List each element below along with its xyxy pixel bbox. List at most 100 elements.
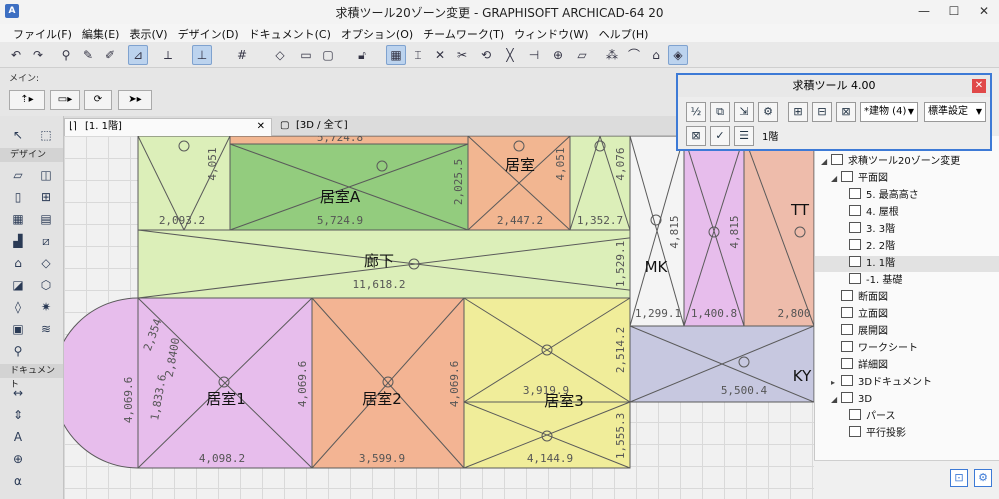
tab-close-icon[interactable]: ✕ xyxy=(257,119,265,135)
wall-icon[interactable]: ▱ xyxy=(8,166,28,184)
rotate-method-button[interactable]: ⟳ xyxy=(84,90,112,110)
tree-details[interactable]: 詳細図 xyxy=(841,358,888,374)
inject-icon[interactable]: ✐ xyxy=(100,45,120,65)
selection-method-button[interactable]: ⇡▸ xyxy=(9,90,45,110)
tree-elevations[interactable]: 立面図 xyxy=(841,307,888,323)
minimize-icon[interactable]: — xyxy=(909,0,939,24)
edit-icon[interactable]: ▱ xyxy=(572,45,592,65)
tree-perspective[interactable]: パース xyxy=(849,409,896,425)
shell-icon[interactable]: ◇ xyxy=(36,254,56,272)
tab-3d[interactable]: ▢ [3D / 全て] xyxy=(276,118,396,136)
curve-icon[interactable]: ⌒ xyxy=(624,45,644,65)
tree-axonometry[interactable]: 平行投影 xyxy=(849,426,906,442)
pick-up-icon[interactable]: ⚲ xyxy=(56,45,76,65)
calc-icon[interactable]: ½ xyxy=(686,102,706,122)
check-icon[interactable]: ✓ xyxy=(710,126,730,146)
grid-icon[interactable]: # xyxy=(232,45,252,65)
close-icon[interactable]: ✕ xyxy=(969,0,999,24)
split-icon[interactable]: ╳ xyxy=(500,45,520,65)
palette-title[interactable]: 求積ツール 4.00 xyxy=(678,75,990,97)
window-icon[interactable]: ⊞ xyxy=(36,188,56,206)
arrow-icon[interactable]: ↖ xyxy=(8,126,28,144)
redo-icon[interactable]: ↷ xyxy=(28,45,48,65)
trace-icon[interactable]: ◇ xyxy=(270,45,290,65)
text-icon[interactable]: A xyxy=(8,428,28,446)
menu-edit[interactable]: 編集(E) xyxy=(77,24,125,42)
floor-plan-canvas[interactable]: 居室A 居室 廊下 居室1 居室2 居室3 MK TT KY 5,724.9 2… xyxy=(64,136,814,499)
pointer-button[interactable]: ➤▸ xyxy=(118,90,152,110)
lamp-icon[interactable]: ⚲ xyxy=(8,342,28,360)
tree-story-1[interactable]: 1. 1階 xyxy=(815,256,999,272)
tree-story-5[interactable]: 5. 最高高さ xyxy=(849,188,919,204)
tree-story-foundation[interactable]: -1. 基礎 xyxy=(849,273,902,289)
undo-icon[interactable]: ↶ xyxy=(6,45,26,65)
slab-icon[interactable]: ▦ xyxy=(8,210,28,228)
zone-icon[interactable]: ▣ xyxy=(8,320,28,338)
object-icon[interactable]: ✷ xyxy=(36,298,56,316)
menu-help[interactable]: ヘルプ(H) xyxy=(594,24,654,42)
expand-arrow-icon[interactable]: ◢ xyxy=(821,154,831,170)
copy-icon[interactable]: ⧉ xyxy=(710,102,730,122)
beam-icon[interactable]: ▤ xyxy=(36,210,56,228)
palette-close-icon[interactable]: ✕ xyxy=(972,79,986,93)
layer-icon[interactable]: ▢ xyxy=(318,45,338,65)
tree-3d[interactable]: ◢ 3D xyxy=(831,392,872,408)
suspend-groups-icon[interactable]: ▦ xyxy=(386,45,406,65)
railing-icon[interactable]: ⧄ xyxy=(36,232,56,250)
menu-options[interactable]: オプション(O) xyxy=(336,24,418,42)
building-select[interactable]: *建物 (4) ▼ xyxy=(860,102,918,122)
tree-project-root[interactable]: ◢ 求積ツール20ゾーン変更 xyxy=(821,154,960,170)
tree-interior-elevations[interactable]: 展開図 xyxy=(841,324,888,340)
roof-icon[interactable]: ⌂ xyxy=(646,45,666,65)
menu-design[interactable]: デザイン(D) xyxy=(173,24,244,42)
standard-select[interactable]: 標準設定 ▼ xyxy=(924,102,986,122)
tree-floor-plans[interactable]: ◢ 平面図 xyxy=(831,171,888,187)
skylight-icon[interactable]: ◪ xyxy=(8,276,28,294)
tree-story-2[interactable]: 2. 2階 xyxy=(849,239,895,255)
menu-view[interactable]: 表示(V) xyxy=(124,24,172,42)
magic-wand-icon[interactable]: ⌶ xyxy=(408,45,428,65)
fill-icon[interactable]: ▭ xyxy=(296,45,316,65)
settings-icon[interactable]: ⚙ xyxy=(758,102,778,122)
guide-line-icon[interactable]: ⊿ xyxy=(128,45,148,65)
tab-floor-1[interactable]: ⌊⌉ [1. 1階] ✕ xyxy=(64,118,272,136)
stair-icon[interactable]: ▟ xyxy=(8,232,28,250)
tree-story-3[interactable]: 3. 3階 xyxy=(849,222,895,238)
target-icon[interactable]: ⊕ xyxy=(8,450,28,468)
level-dimension-icon[interactable]: ⇕ xyxy=(8,406,28,424)
curtainwall-icon[interactable]: ⬡ xyxy=(36,276,56,294)
lock-icon[interactable]: 🔓︎ xyxy=(352,45,372,65)
morph-icon[interactable]: ◊ xyxy=(8,298,28,316)
export-icon[interactable]: ⇲ xyxy=(734,102,754,122)
eyedropper-icon[interactable]: ✎ xyxy=(78,45,98,65)
menu-file[interactable]: ファイル(F) xyxy=(8,24,77,42)
gravity-icon[interactable]: ⊥ xyxy=(192,45,212,65)
zone-living-1[interactable] xyxy=(64,297,313,469)
trim-icon[interactable]: ✂ xyxy=(452,45,472,65)
new-view-icon[interactable]: ⊡ xyxy=(950,469,968,487)
offset-icon[interactable]: ⟲ xyxy=(476,45,496,65)
zone-add-icon[interactable]: ⊞ xyxy=(788,102,808,122)
intersect-icon[interactable]: ⁂ xyxy=(602,45,622,65)
door-icon[interactable]: ◫ xyxy=(36,166,56,184)
menu-window[interactable]: ウィンドウ(W) xyxy=(509,24,593,42)
adjust-icon[interactable]: ⊣ xyxy=(524,45,544,65)
join-icon[interactable]: ⊕ xyxy=(548,45,568,65)
expand-arrow-icon[interactable]: ◢ xyxy=(831,392,841,408)
maximize-icon[interactable]: ☐ xyxy=(939,0,969,24)
cross-icon[interactable]: ✕ xyxy=(430,45,450,65)
tree-3d-documents[interactable]: ▸ 3Dドキュメント xyxy=(831,375,932,391)
snap-guide-icon[interactable]: ⟂ xyxy=(158,45,178,65)
floor-plan-svg[interactable]: 居室A 居室 廊下 居室1 居室2 居室3 MK TT KY 5,724.9 2… xyxy=(64,136,814,499)
expand-arrow-icon[interactable]: ◢ xyxy=(831,171,841,187)
dimension-icon[interactable]: ↔ xyxy=(8,384,28,402)
menu-teamwork[interactable]: チームワーク(T) xyxy=(418,24,509,42)
tree-sections[interactable]: 断面図 xyxy=(841,290,888,306)
marquee-method-button[interactable]: ▭▸ xyxy=(50,90,80,110)
collapsed-arrow-icon[interactable]: ▸ xyxy=(831,375,841,391)
zone-edit-icon[interactable]: ⊟ xyxy=(812,102,832,122)
area-grid-icon[interactable]: ⊠ xyxy=(686,126,706,146)
area-tool-icon[interactable]: ◈ xyxy=(668,45,688,65)
column-icon[interactable]: ▯ xyxy=(8,188,28,206)
roof-tool-icon[interactable]: ⌂ xyxy=(8,254,28,272)
